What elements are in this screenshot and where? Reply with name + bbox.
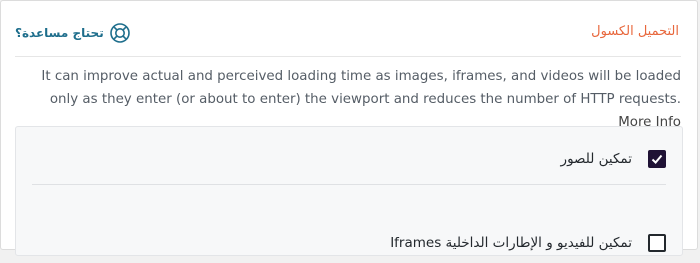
lazy-load-panel: تحتاج مساعدة؟ التحميل الكسول It can impr…	[0, 0, 698, 256]
options-divider	[32, 184, 666, 185]
need-help-link[interactable]: تحتاج مساعدة؟	[15, 21, 131, 45]
section-title: التحميل الكسول	[591, 24, 679, 39]
options-box: تمكين للصور تمكين للفيديو و الإطارات الد…	[15, 126, 683, 256]
enable-images-checkbox[interactable]	[648, 150, 666, 168]
need-help-label: تحتاج مساعدة؟	[15, 26, 104, 40]
enable-images-label: تمكين للصور	[560, 151, 632, 167]
section-header: تحتاج مساعدة؟ التحميل الكسول	[15, 1, 681, 57]
option-enable-images[interactable]: تمكين للصور	[32, 139, 666, 179]
checkmark-icon	[651, 154, 663, 164]
enable-iframes-checkbox[interactable]	[648, 234, 666, 252]
section-description: It can improve actual and perceived load…	[17, 65, 681, 134]
enable-iframes-label: تمكين للفيديو و الإطارات الداخلية Iframe…	[390, 235, 632, 251]
description-text: It can improve actual and perceived load…	[41, 69, 681, 107]
option-enable-iframes[interactable]: تمكين للفيديو و الإطارات الداخلية Iframe…	[32, 223, 666, 263]
lifebuoy-icon	[109, 22, 131, 44]
